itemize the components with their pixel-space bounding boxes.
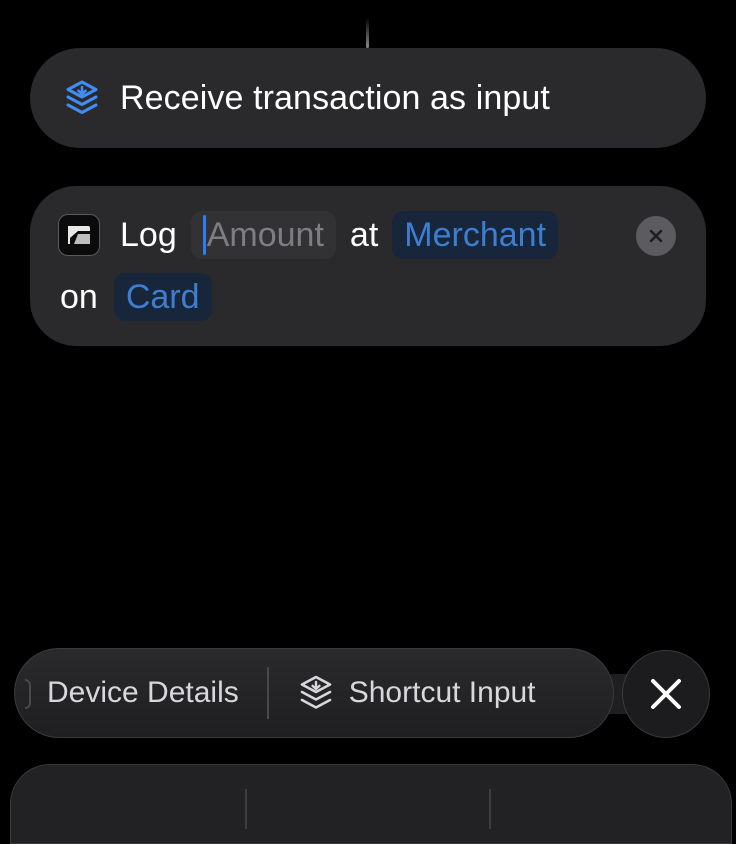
close-icon [651,679,681,709]
remove-action-icon [649,229,663,243]
log-sentence-line-1: Log Amount at Merchant [120,210,559,260]
receive-input-title: Receive transaction as input [120,78,550,117]
amount-placeholder: Amount [206,215,324,254]
flow-connector [366,18,369,48]
variable-suggestion-bar: Device Details Shortcut Input [14,648,614,738]
at-word: at [349,215,379,254]
log-verb: Log [120,215,177,254]
panel-divider [489,789,491,829]
suggestion-separator [266,667,269,719]
shortcut-input-icon [62,78,102,118]
text-caret [202,215,206,255]
shortcut-input-icon [299,675,333,711]
shortcut-input-suggestion[interactable]: Shortcut Input [299,675,536,711]
close-suggestions-button[interactable] [622,650,710,738]
device-details-suggestion[interactable]: Device Details [47,676,239,710]
scroll-edge-indicator [25,679,31,709]
device-details-label: Device Details [47,676,239,709]
remove-action-button[interactable] [636,216,676,256]
merchant-variable[interactable]: Merchant [392,211,559,259]
log-transaction-action[interactable]: Log Amount at Merchant on Card [30,186,706,346]
panel-divider [245,789,247,829]
log-sentence-line-2: on Card [60,272,212,322]
keyboard-toolbar-panel [10,764,732,844]
app-logo-icon [58,214,100,256]
card-variable[interactable]: Card [113,273,212,321]
shortcut-input-label: Shortcut Input [348,676,536,709]
receive-input-action[interactable]: Receive transaction as input [30,48,706,148]
on-word: on [60,277,98,316]
amount-parameter[interactable]: Amount [190,211,336,259]
